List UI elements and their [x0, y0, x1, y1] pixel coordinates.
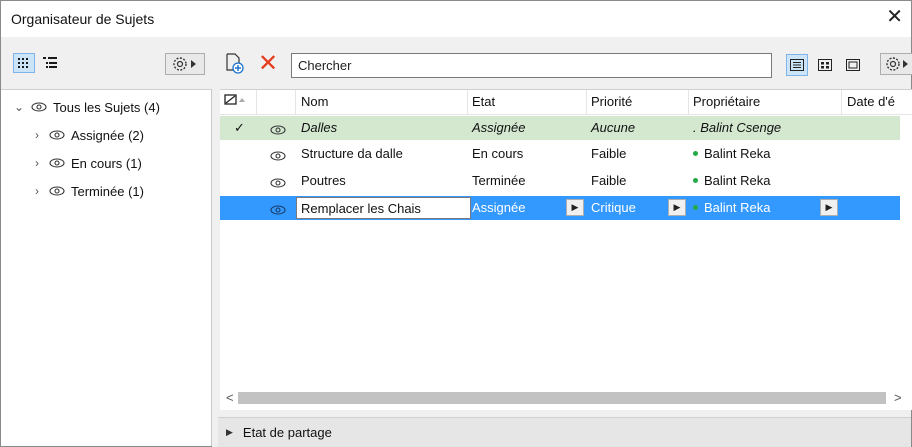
column-separator[interactable] [586, 90, 587, 115]
cell-priority: Aucune [591, 120, 636, 135]
table-row-selected[interactable]: Remplacer les Chais Assignée ▶ Critique … [220, 196, 900, 220]
eye-icon[interactable] [270, 203, 286, 218]
topic-tree: ⌄ Tous les Sujets (4) › Assignée (2) › E… [1, 89, 212, 446]
chevron-right-icon[interactable]: › [31, 128, 43, 142]
column-header-status[interactable]: Etat [472, 94, 495, 109]
tree-view-icon[interactable] [39, 53, 61, 73]
tree-item-label: En cours (1) [71, 155, 142, 171]
cell-name: Dalles [301, 120, 338, 135]
cell-priority: Faible [591, 173, 627, 188]
tree-item-label: Tous les Sujets (4) [53, 99, 160, 115]
horizontal-scrollbar[interactable]: < > [220, 388, 912, 408]
cell-owner: . Balint Csenge [693, 120, 782, 135]
owner-dropdown-arrow-icon[interactable]: ▶ [820, 199, 838, 216]
chevron-down-icon[interactable]: ⌄ [13, 100, 25, 114]
column-separator[interactable] [256, 90, 257, 115]
cell-owner: Balint Reka [693, 173, 770, 188]
owner-name: Balint Reka [704, 200, 771, 215]
owner-name: Balint Reka [704, 146, 771, 161]
name-edit-field[interactable]: Remplacer les Chais [296, 197, 471, 219]
left-settings-gear-icon[interactable] [165, 53, 205, 75]
column-header-date[interactable]: Date d'é [847, 94, 895, 109]
cell-status: Terminée [472, 173, 526, 188]
sharing-status-label: Etat de partage [242, 425, 332, 440]
cell-name: Structure da dalle [301, 146, 403, 161]
thumbnail-view-icon[interactable] [814, 54, 836, 76]
eye-icon[interactable] [270, 123, 286, 138]
topic-organizer-window: Organisateur de Sujets ✕ ⌄ Tous les Suje… [0, 0, 912, 447]
eye-icon[interactable] [49, 130, 65, 140]
eye-icon[interactable] [270, 176, 286, 191]
owner-name: Balint Reka [704, 173, 771, 188]
delete-topic-icon[interactable]: ✕ [256, 50, 280, 77]
cell-status: En cours [472, 146, 524, 161]
cell-name: Poutres [301, 173, 346, 188]
tree-item-assigned[interactable]: › Assignée (2) [31, 124, 144, 146]
tree-item-label: Terminée (1) [71, 183, 144, 199]
scroll-right-icon[interactable]: > [894, 390, 902, 405]
status-dropdown-arrow-icon[interactable]: ▶ [566, 199, 584, 216]
active-check-icon: ✓ [234, 120, 245, 135]
eye-icon[interactable] [31, 102, 47, 112]
owner-status-dot [693, 151, 698, 157]
priority-dropdown-arrow-icon[interactable]: ▶ [668, 199, 686, 216]
eye-icon[interactable] [49, 158, 65, 168]
left-toolbar [1, 37, 212, 89]
chevron-right-icon[interactable]: › [31, 184, 43, 198]
topics-table: Nom Etat Priorité Propriétaire Date d'é … [220, 89, 912, 410]
table-header: Nom Etat Priorité Propriétaire Date d'é [220, 90, 912, 115]
add-topic-icon[interactable] [224, 53, 246, 75]
expand-triangle-icon[interactable]: ▶ [226, 427, 233, 438]
column-separator[interactable] [295, 90, 296, 115]
cell-priority: Faible [591, 146, 627, 161]
tree-item-all-topics[interactable]: ⌄ Tous les Sujets (4) [13, 96, 160, 118]
table-row[interactable]: ✓ Dalles Assignée Aucune . Balint Csenge [220, 116, 900, 140]
sharing-status-panel[interactable]: ▶ Etat de partage [218, 417, 911, 447]
owner-status-dot [693, 178, 698, 184]
title-bar: Organisateur de Sujets ✕ [1, 1, 911, 37]
window-title: Organisateur de Sujets [11, 11, 155, 27]
table-row[interactable]: Structure da dalle En cours Faible Balin… [220, 142, 900, 166]
scrollbar-thumb[interactable] [238, 392, 886, 404]
cell-status: Assignée [472, 200, 526, 215]
pane-splitter[interactable] [212, 37, 218, 447]
cell-owner: Balint Reka [693, 146, 770, 161]
column-separator[interactable] [467, 90, 468, 115]
scroll-left-icon[interactable]: < [226, 390, 234, 405]
eye-icon[interactable] [49, 186, 65, 196]
cell-owner: Balint Reka [693, 200, 770, 215]
tree-item-label: Assignée (2) [71, 127, 144, 143]
column-header-name[interactable]: Nom [301, 94, 328, 109]
eye-icon[interactable] [270, 149, 286, 164]
column-header-owner[interactable]: Propriétaire [693, 94, 760, 109]
cell-status: Assignée [472, 120, 526, 135]
chevron-right-icon[interactable]: › [31, 156, 43, 170]
search-input[interactable]: Chercher [291, 53, 772, 78]
column-separator[interactable] [841, 90, 842, 115]
table-row[interactable]: Poutres Terminée Faible Balint Reka [220, 169, 900, 193]
tree-item-in-progress[interactable]: › En cours (1) [31, 152, 142, 174]
vertical-scrollbar[interactable] [900, 116, 912, 386]
grid-view-icon[interactable] [13, 53, 35, 73]
tree-item-done[interactable]: › Terminée (1) [31, 180, 144, 202]
right-toolbar: ✕ Chercher [218, 37, 912, 89]
right-settings-gear-icon[interactable] [880, 53, 912, 75]
list-view-icon[interactable] [786, 54, 808, 76]
single-view-icon[interactable] [842, 54, 864, 76]
column-header-priority[interactable]: Priorité [591, 94, 632, 109]
cell-priority: Critique [591, 200, 636, 215]
status-column-icon[interactable] [224, 93, 246, 110]
close-icon[interactable]: ✕ [886, 7, 903, 27]
column-separator[interactable] [688, 90, 689, 115]
owner-status-dot [693, 205, 698, 211]
